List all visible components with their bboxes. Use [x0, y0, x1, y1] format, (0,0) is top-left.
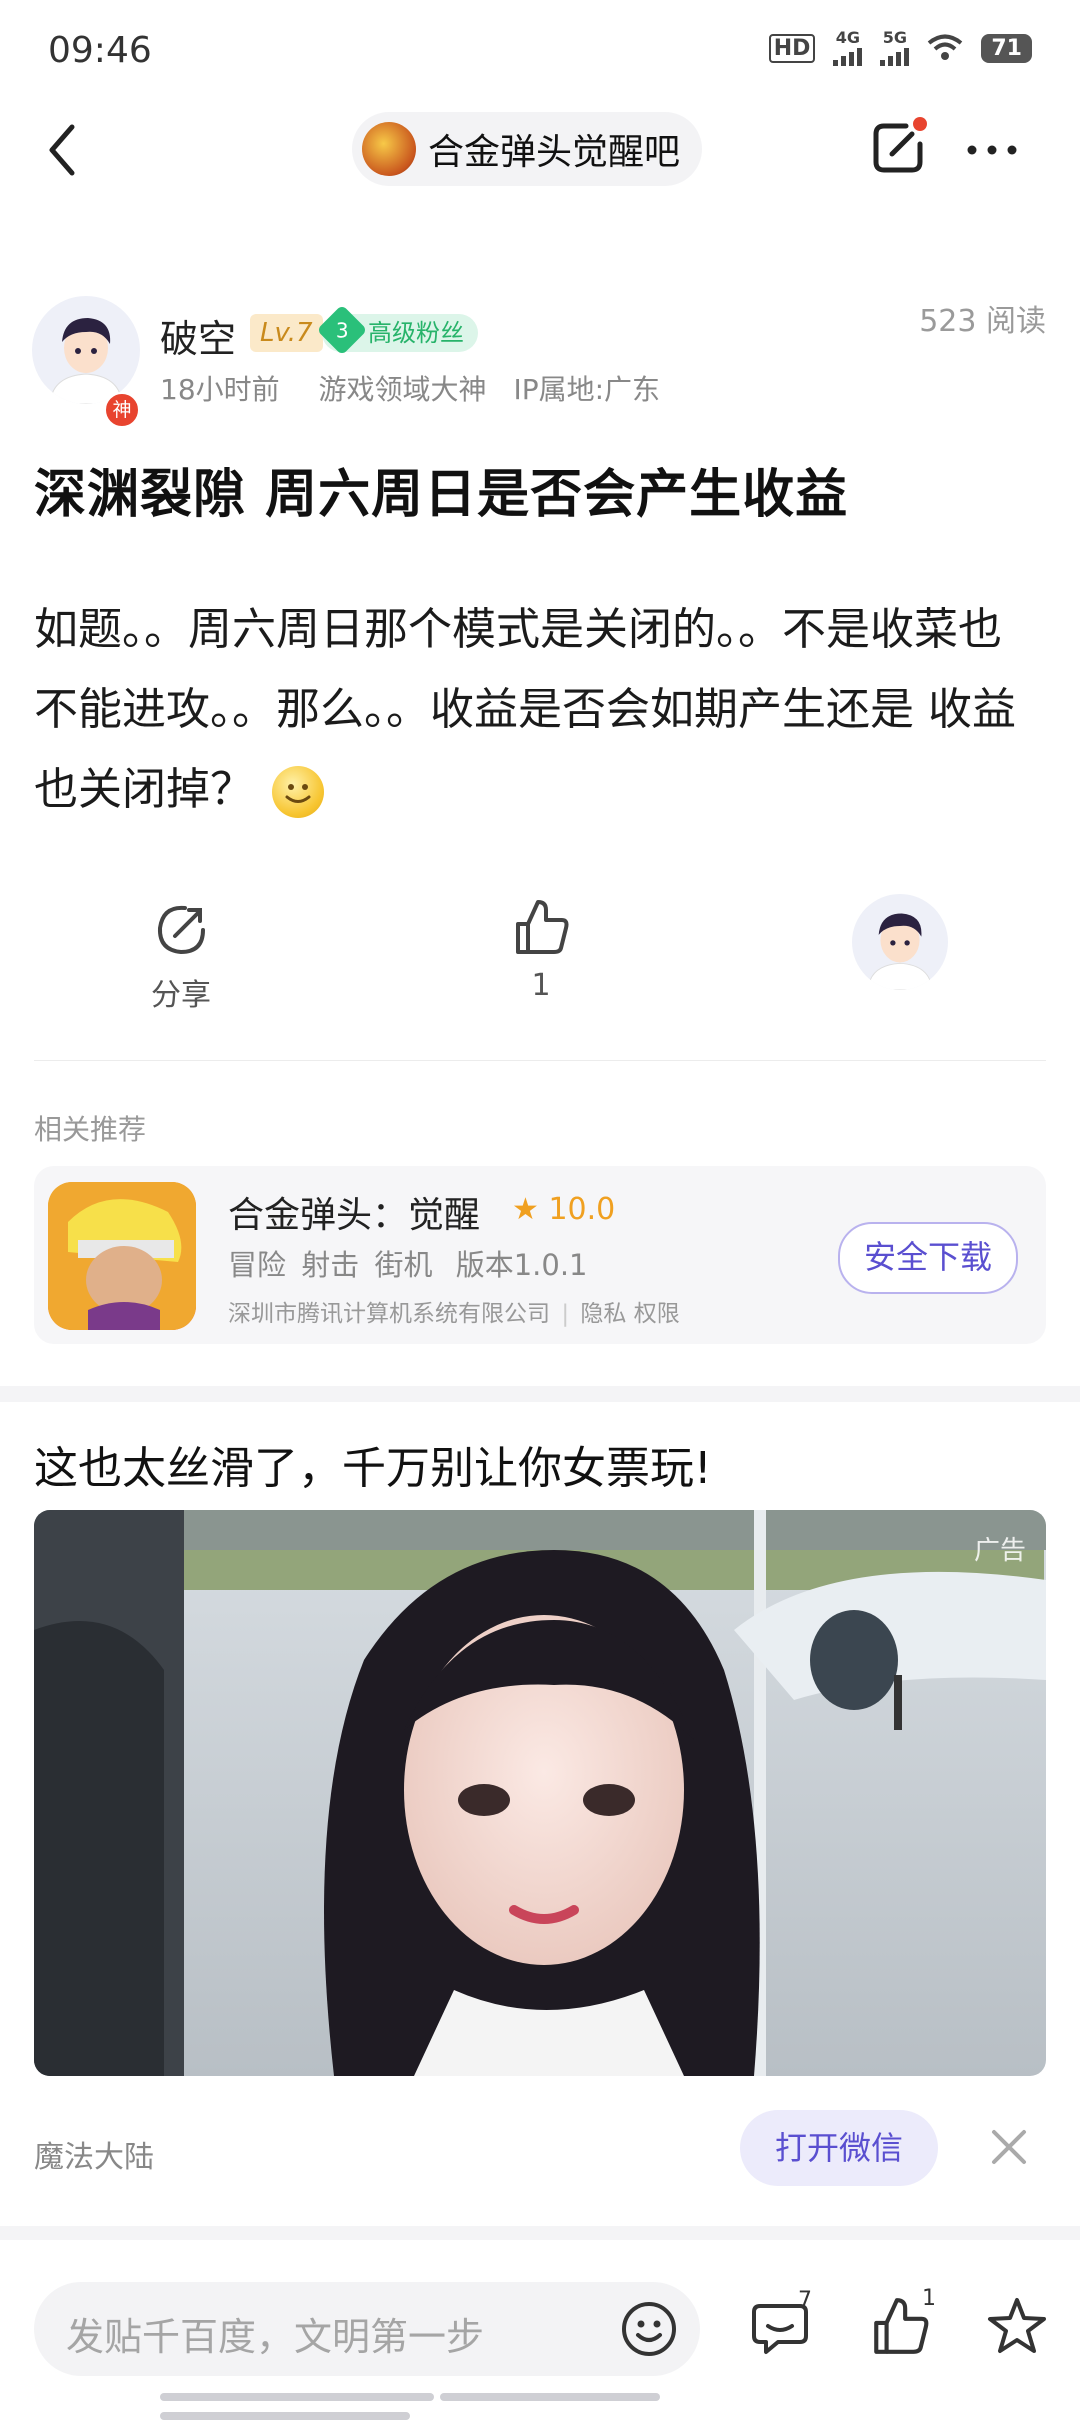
gesture-bar	[160, 2386, 920, 2420]
app-version: 版本1.0.1	[455, 1248, 588, 1282]
app-tag: 冒险	[228, 1248, 287, 1282]
app-tags: 冒险 射击 街机 版本1.0.1	[228, 1242, 602, 1284]
edit-icon[interactable]	[866, 114, 932, 180]
share-label: 分享	[151, 978, 211, 1013]
read-count: 523 阅读	[919, 304, 1046, 339]
group-name: 合金弹头觉醒吧	[428, 132, 681, 173]
hd-icon: HD	[768, 33, 816, 63]
comment-count: 7	[798, 2288, 812, 2313]
favorite-star-icon[interactable]	[984, 2294, 1050, 2360]
ip-location: IP属地:广东	[513, 373, 661, 406]
download-button[interactable]: 安全下载	[838, 1222, 1018, 1294]
ad-image[interactable]	[34, 1510, 1046, 2076]
group-avatar	[362, 122, 416, 176]
app-tag: 街机	[374, 1248, 433, 1282]
battery-indicator: 71	[981, 33, 1032, 63]
app-icon[interactable]	[48, 1182, 196, 1330]
related-section-title: 相关推荐	[34, 1113, 147, 1146]
share-button[interactable]: 分享	[146, 900, 216, 1014]
smile-emoji-icon	[272, 766, 324, 818]
liker-avatar[interactable]	[852, 894, 948, 990]
share-icon	[157, 905, 205, 955]
author-name[interactable]: 破空	[160, 308, 236, 363]
divider	[34, 1060, 1046, 1061]
thumbs-up-icon	[516, 900, 569, 954]
status-time: 09:46	[48, 30, 152, 71]
app-rating: ★ 10.0	[512, 1192, 615, 1227]
group-pill[interactable]: 合金弹头觉醒吧	[352, 112, 703, 186]
ad-label: 广告	[973, 1536, 1026, 1566]
privacy-link[interactable]: 隐私	[580, 1301, 626, 1327]
post-body: 如题。。周六周日那个模式是关闭的。。不是收菜也不能进攻。。那么。。收益是否会如期…	[34, 590, 1044, 830]
app-tag: 射击	[301, 1248, 360, 1282]
app-corp-name: 深圳市腾讯计算机系统有限公司	[228, 1301, 550, 1327]
god-badge: 神	[104, 392, 140, 428]
rating-value: 10.0	[548, 1192, 616, 1227]
author-title: 游戏领域大神	[318, 373, 487, 406]
app-name: 合金弹头：觉醒	[228, 1195, 481, 1236]
level-badge: Lv.7	[250, 314, 323, 352]
open-wechat-button[interactable]: 打开微信	[740, 2110, 938, 2186]
like-count: 1	[531, 968, 551, 1003]
comment-placeholder: 发贴千百度，文明第一步	[66, 2315, 485, 2359]
permissions-link[interactable]: 权限	[634, 1301, 680, 1327]
status-icons: HD 4G 5G 71	[768, 30, 1032, 66]
section-separator	[0, 2226, 1080, 2240]
app-publisher: 深圳市腾讯计算机系统有限公司 | 隐私 权限	[228, 1301, 680, 1327]
author-avatar[interactable]	[32, 296, 140, 404]
author-meta: 18小时前 游戏领域大神 IP属地:广东	[160, 368, 690, 408]
star-icon: ★	[512, 1192, 539, 1227]
signal-5g-icon: 5G	[880, 30, 910, 66]
like-button[interactable]: 1	[506, 896, 576, 1003]
signal-4g-icon: 4G	[833, 30, 863, 66]
post-body-text: 如题。。周六周日那个模式是关闭的。。不是收菜也不能进攻。。那么。。收益是否会如期…	[34, 604, 1016, 815]
like-count-bottom: 1	[922, 2286, 936, 2311]
section-separator	[0, 1386, 1080, 1402]
wifi-icon	[928, 34, 963, 60]
back-icon[interactable]	[40, 115, 90, 185]
ad-source: 魔法大陆	[34, 2140, 154, 2175]
more-icon[interactable]	[962, 120, 1022, 180]
emoji-icon[interactable]	[618, 2298, 680, 2360]
ad-title[interactable]: 这也太丝滑了，千万别让你女票玩!	[34, 1432, 712, 1496]
post-time: 18小时前	[160, 373, 280, 406]
close-icon[interactable]	[986, 2124, 1032, 2170]
post-title: 深渊裂隙 周六周日是否会产生收益	[34, 465, 849, 525]
